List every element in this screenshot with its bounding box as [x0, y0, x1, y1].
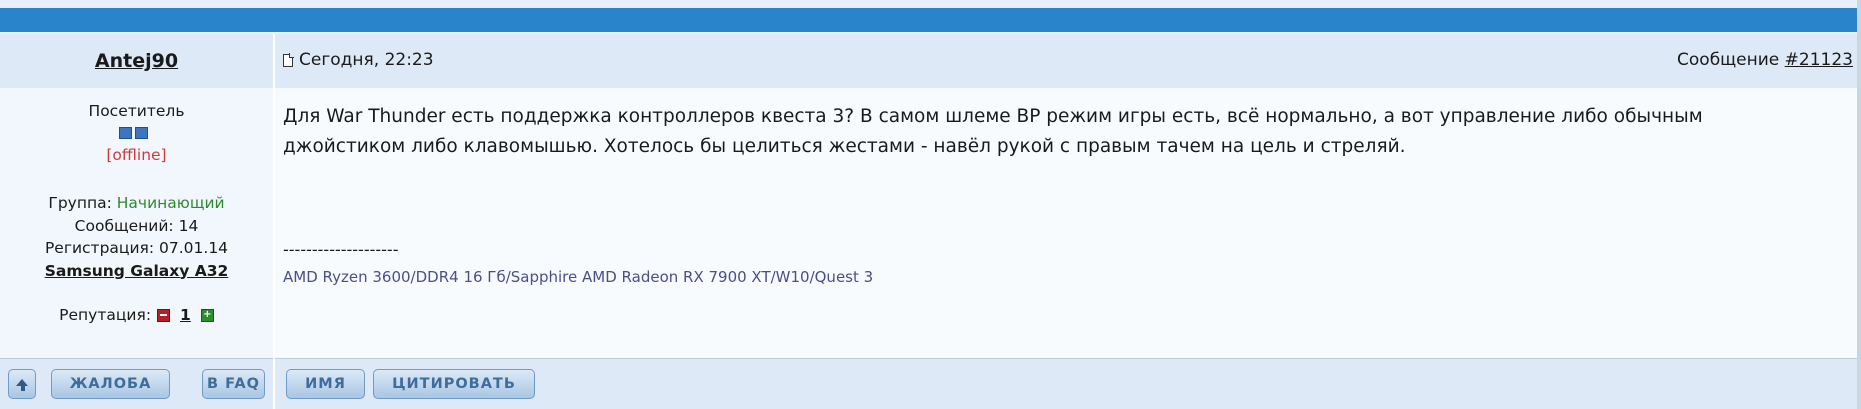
- plus-icon[interactable]: +: [200, 308, 214, 322]
- rank-pip: [119, 127, 132, 139]
- group-value: Начинающий: [116, 194, 225, 212]
- posts-count: Сообщений: 14: [74, 216, 199, 235]
- message-footer: ИМЯ ЦИТИРОВАТЬ: [275, 358, 1857, 409]
- minus-icon[interactable]: [157, 308, 171, 322]
- post-date-text: Сегодня, 22:23: [299, 50, 434, 70]
- author-info: Посетитель [offline] Группа: Начинающий …: [0, 88, 273, 358]
- message-label: Сообщение: [1677, 50, 1780, 70]
- scroll-top-button[interactable]: [8, 369, 36, 399]
- registration-date: Регистрация: 07.01.14: [44, 239, 229, 257]
- page-edge: [1857, 0, 1861, 409]
- arrow-up-icon: [16, 378, 28, 386]
- message-body: Для War Thunder есть поддержка контролле…: [275, 88, 1857, 358]
- author-name-link[interactable]: Antej90: [95, 50, 178, 72]
- message-text: Для War Thunder есть поддержка контролле…: [283, 106, 1703, 157]
- post-top-bar: [0, 8, 1861, 32]
- message-column: Сегодня, 22:23 Сообщение #21123 Для War …: [275, 34, 1857, 409]
- online-status: [offline]: [106, 146, 167, 164]
- forum-post: Antej90 Посетитель [offline] Группа: Нач…: [0, 34, 1857, 409]
- message-number-link[interactable]: #21123: [1785, 50, 1853, 70]
- group-label: Группа:: [48, 194, 112, 212]
- signature: AMD Ryzen 3600/DDR4 16 Гб/Sapphire AMD R…: [283, 268, 874, 286]
- complaint-button[interactable]: ЖАЛОБА: [51, 369, 170, 399]
- faq-button[interactable]: В FAQ: [202, 369, 265, 399]
- group-line: Группа: Начинающий: [0, 192, 273, 215]
- author-column: Antej90 Посетитель [offline] Группа: Нач…: [0, 34, 273, 409]
- name-button[interactable]: ИМЯ: [286, 369, 365, 399]
- post-date: Сегодня, 22:23: [283, 50, 434, 70]
- arrow-up-stem: [21, 386, 25, 391]
- document-icon: [283, 53, 294, 67]
- user-status: Посетитель: [88, 102, 185, 120]
- rank-icon: [119, 127, 148, 139]
- quote-button[interactable]: ЦИТИРОВАТЬ: [373, 369, 535, 399]
- author-header: Antej90: [0, 34, 273, 88]
- message-header: Сегодня, 22:23 Сообщение #21123: [275, 34, 1857, 88]
- message-number: Сообщение #21123: [1677, 50, 1853, 70]
- author-footer: ЖАЛОБА В FAQ: [0, 358, 273, 409]
- signature-separator: --------------------: [283, 240, 399, 259]
- reputation: Репутация: 1 +: [0, 306, 273, 324]
- device-link[interactable]: Samsung Galaxy A32: [0, 260, 273, 283]
- top-strip: [0, 0, 1861, 8]
- author-details: Группа: Начинающий Сообщений: 14 Регистр…: [0, 192, 273, 282]
- reputation-label: Репутация:: [59, 306, 152, 324]
- reputation-value[interactable]: 1: [180, 306, 191, 324]
- rank-pip: [135, 127, 148, 139]
